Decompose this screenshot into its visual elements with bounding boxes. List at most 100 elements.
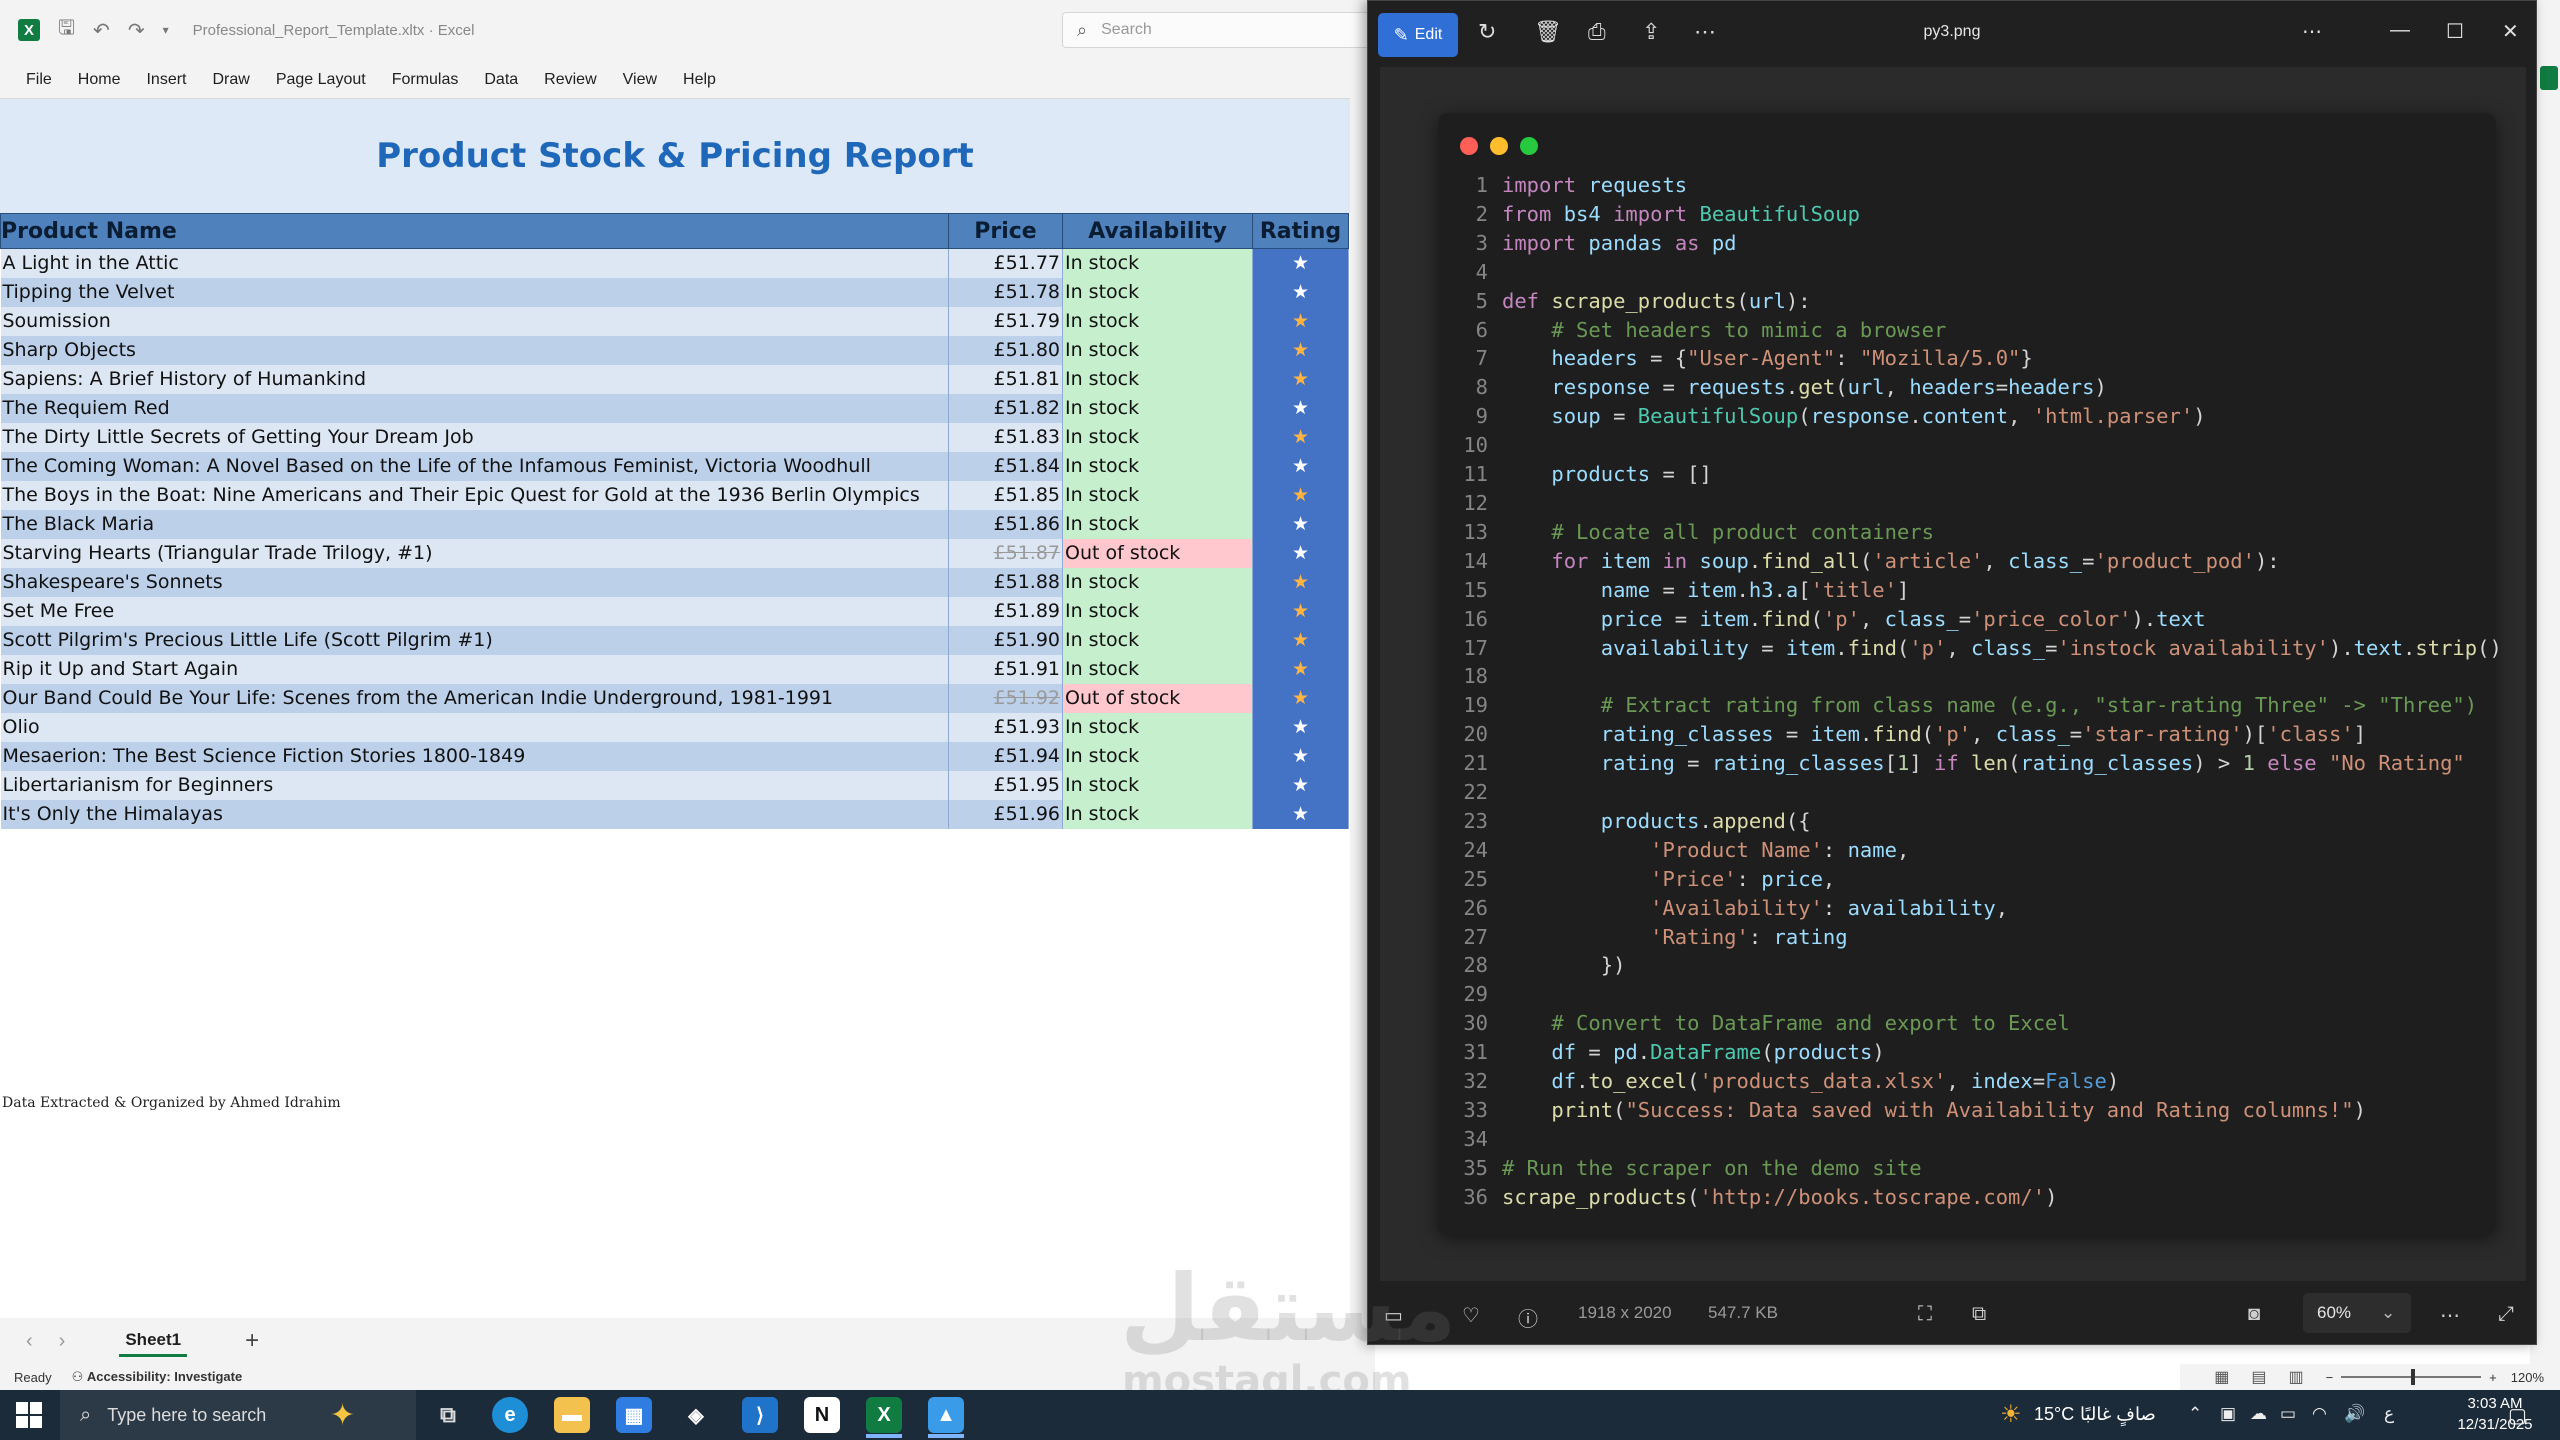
table-row[interactable]: Soumission £51.79 In stock ★: [0, 306, 1349, 336]
table-row[interactable]: The Coming Woman: A Novel Based on the L…: [0, 451, 1349, 481]
menu-review[interactable]: Review: [544, 71, 596, 89]
start-button[interactable]: [16, 1402, 42, 1428]
price-cell[interactable]: £51.77: [948, 248, 1063, 278]
availability-cell[interactable]: Out of stock: [1062, 683, 1253, 713]
product-name-cell[interactable]: Shakespeare's Sonnets: [0, 567, 949, 597]
table-row[interactable]: It's Only the Himalayas £51.96 In stock ★: [0, 799, 1349, 829]
product-name-cell[interactable]: Tipping the Velvet: [0, 277, 949, 307]
product-name-cell[interactable]: Soumission: [0, 306, 949, 336]
rating-cell[interactable]: ★: [1252, 509, 1349, 539]
menu-help[interactable]: Help: [683, 71, 716, 89]
redo-icon[interactable]: ↷: [128, 18, 145, 43]
store-icon[interactable]: ▦: [616, 1397, 652, 1433]
edge-icon[interactable]: e: [492, 1397, 528, 1433]
rating-cell[interactable]: ★: [1252, 480, 1349, 510]
menu-view[interactable]: View: [623, 71, 657, 89]
rating-cell[interactable]: ★: [1252, 596, 1349, 626]
availability-cell[interactable]: In stock: [1062, 596, 1253, 626]
rating-cell[interactable]: ★: [1252, 654, 1349, 684]
weather-temperature[interactable]: 15°C: [2034, 1404, 2074, 1425]
product-name-cell[interactable]: Mesaerion: The Best Science Fiction Stor…: [0, 741, 949, 771]
input-language[interactable]: ع: [2384, 1404, 2394, 1424]
availability-cell[interactable]: In stock: [1062, 393, 1253, 423]
price-cell[interactable]: £51.81: [948, 364, 1063, 394]
zoom-level[interactable]: 120%: [2511, 1370, 2544, 1385]
viewer-overflow-icon[interactable]: ⋯: [2302, 19, 2322, 44]
price-cell[interactable]: £51.91: [948, 654, 1063, 684]
product-name-cell[interactable]: The Requiem Red: [0, 393, 949, 423]
weather-description[interactable]: صافٍ غالبًا: [2080, 1404, 2156, 1425]
fit-to-window-icon[interactable]: ⛶: [1918, 1303, 1932, 1326]
rating-cell[interactable]: ★: [1252, 277, 1349, 307]
product-name-cell[interactable]: Our Band Could Be Your Life: Scenes from…: [0, 683, 949, 713]
zoom-slider-thumb[interactable]: [2411, 1369, 2416, 1385]
maximize-icon[interactable]: ☐: [2446, 19, 2464, 44]
rating-cell[interactable]: ★: [1252, 683, 1349, 713]
availability-cell[interactable]: In stock: [1062, 567, 1253, 597]
rating-cell[interactable]: ★: [1252, 625, 1349, 655]
price-cell[interactable]: £51.96: [948, 799, 1063, 829]
show-hidden-icons-icon[interactable]: ⌃: [2188, 1404, 2202, 1424]
product-table[interactable]: Product Name Price Availability Rating A…: [0, 213, 1349, 829]
table-row[interactable]: The Boys in the Boat: Nine Americans and…: [0, 480, 1349, 510]
credit-note[interactable]: Data Extracted & Organized by Ahmed Idra…: [2, 1095, 341, 1111]
product-name-cell[interactable]: A Light in the Attic: [0, 248, 949, 278]
rating-cell[interactable]: ★: [1252, 799, 1349, 829]
rating-cell[interactable]: ★: [1252, 712, 1349, 742]
product-name-cell[interactable]: The Black Maria: [0, 509, 949, 539]
availability-cell[interactable]: In stock: [1062, 770, 1253, 800]
table-row[interactable]: Libertarianism for Beginners £51.95 In sto…: [0, 770, 1349, 800]
price-cell[interactable]: £51.80: [948, 335, 1063, 365]
zoom-slider[interactable]: [2341, 1369, 2482, 1385]
image-canvas[interactable]: 1 import requests 2 from bs4 import Beautif…: [1380, 67, 2526, 1281]
taskbar-search-box[interactable]: ⌕ Type here to search: [60, 1390, 416, 1440]
product-name-cell[interactable]: Olio: [0, 712, 949, 742]
availability-cell[interactable]: In stock: [1062, 480, 1253, 510]
screenshot-icon[interactable]: ◙: [2248, 1303, 2260, 1326]
previous-sheet-icon[interactable]: ‹: [26, 1330, 33, 1353]
table-row[interactable]: Tipping the Velvet £51.78 In stock ★: [0, 277, 1349, 307]
more-icon[interactable]: ⋯: [2440, 1303, 2460, 1328]
availability-cell[interactable]: In stock: [1062, 364, 1253, 394]
rating-cell[interactable]: ★: [1252, 538, 1349, 568]
price-cell[interactable]: £51.90: [948, 625, 1063, 655]
price-cell[interactable]: £51.94: [948, 741, 1063, 771]
excel-share-icon[interactable]: [2540, 66, 2558, 90]
rating-cell[interactable]: ★: [1252, 567, 1349, 597]
product-name-cell[interactable]: The Coming Woman: A Novel Based on the L…: [0, 451, 949, 481]
product-name-cell[interactable]: The Boys in the Boat: Nine Americans and…: [0, 480, 949, 510]
menu-home[interactable]: Home: [78, 71, 121, 89]
price-cell[interactable]: £51.84: [948, 451, 1063, 481]
product-name-cell[interactable]: Libertarianism for Beginners: [0, 770, 949, 800]
rating-cell[interactable]: ★: [1252, 306, 1349, 336]
photos-taskbar-icon[interactable]: ▲: [928, 1397, 964, 1433]
price-cell[interactable]: £51.82: [948, 393, 1063, 423]
table-row[interactable]: Scott Pilgrim's Precious Little Life (Sc…: [0, 625, 1349, 655]
menu-formulas[interactable]: Formulas: [392, 71, 459, 89]
availability-cell[interactable]: In stock: [1062, 277, 1253, 307]
availability-cell[interactable]: In stock: [1062, 799, 1253, 829]
notification-icon[interactable]: ▢: [2508, 1403, 2527, 1428]
price-cell[interactable]: £51.85: [948, 480, 1063, 510]
availability-cell[interactable]: In stock: [1062, 422, 1253, 452]
table-row[interactable]: Sapiens: A Brief History of Humankind £51…: [0, 364, 1349, 394]
favorite-icon[interactable]: ♡: [1462, 1303, 1480, 1328]
product-name-cell[interactable]: Sharp Objects: [0, 335, 949, 365]
fullscreen-icon[interactable]: ⤢: [2498, 1303, 2514, 1326]
weather-icon[interactable]: ☀: [2000, 1400, 2022, 1429]
table-row[interactable]: The Black Maria £51.86 In stock ★: [0, 509, 1349, 539]
product-name-cell[interactable]: Scott Pilgrim's Precious Little Life (Sc…: [0, 625, 949, 655]
save-icon[interactable]: 🖫: [58, 13, 75, 47]
menu-data[interactable]: Data: [484, 71, 518, 89]
viewer-zoom-select[interactable]: 60% ⌄: [2303, 1293, 2411, 1333]
product-name-cell[interactable]: Starving Hearts (Triangular Trade Trilog…: [0, 538, 949, 568]
table-row[interactable]: Set Me Free £51.89 In stock ★: [0, 596, 1349, 626]
zoom-in-icon[interactable]: +: [2489, 1370, 2497, 1385]
meet-now-icon[interactable]: ▣: [2220, 1404, 2236, 1424]
customize-quick-access-icon[interactable]: ▾: [163, 23, 169, 37]
zoom-out-icon[interactable]: −: [2326, 1370, 2334, 1385]
excel-search-box[interactable]: ⌕ Search: [1062, 12, 1382, 48]
availability-cell[interactable]: In stock: [1062, 712, 1253, 742]
table-row[interactable]: The Requiem Red £51.82 In stock ★: [0, 393, 1349, 423]
availability-cell[interactable]: Out of stock: [1062, 538, 1253, 568]
